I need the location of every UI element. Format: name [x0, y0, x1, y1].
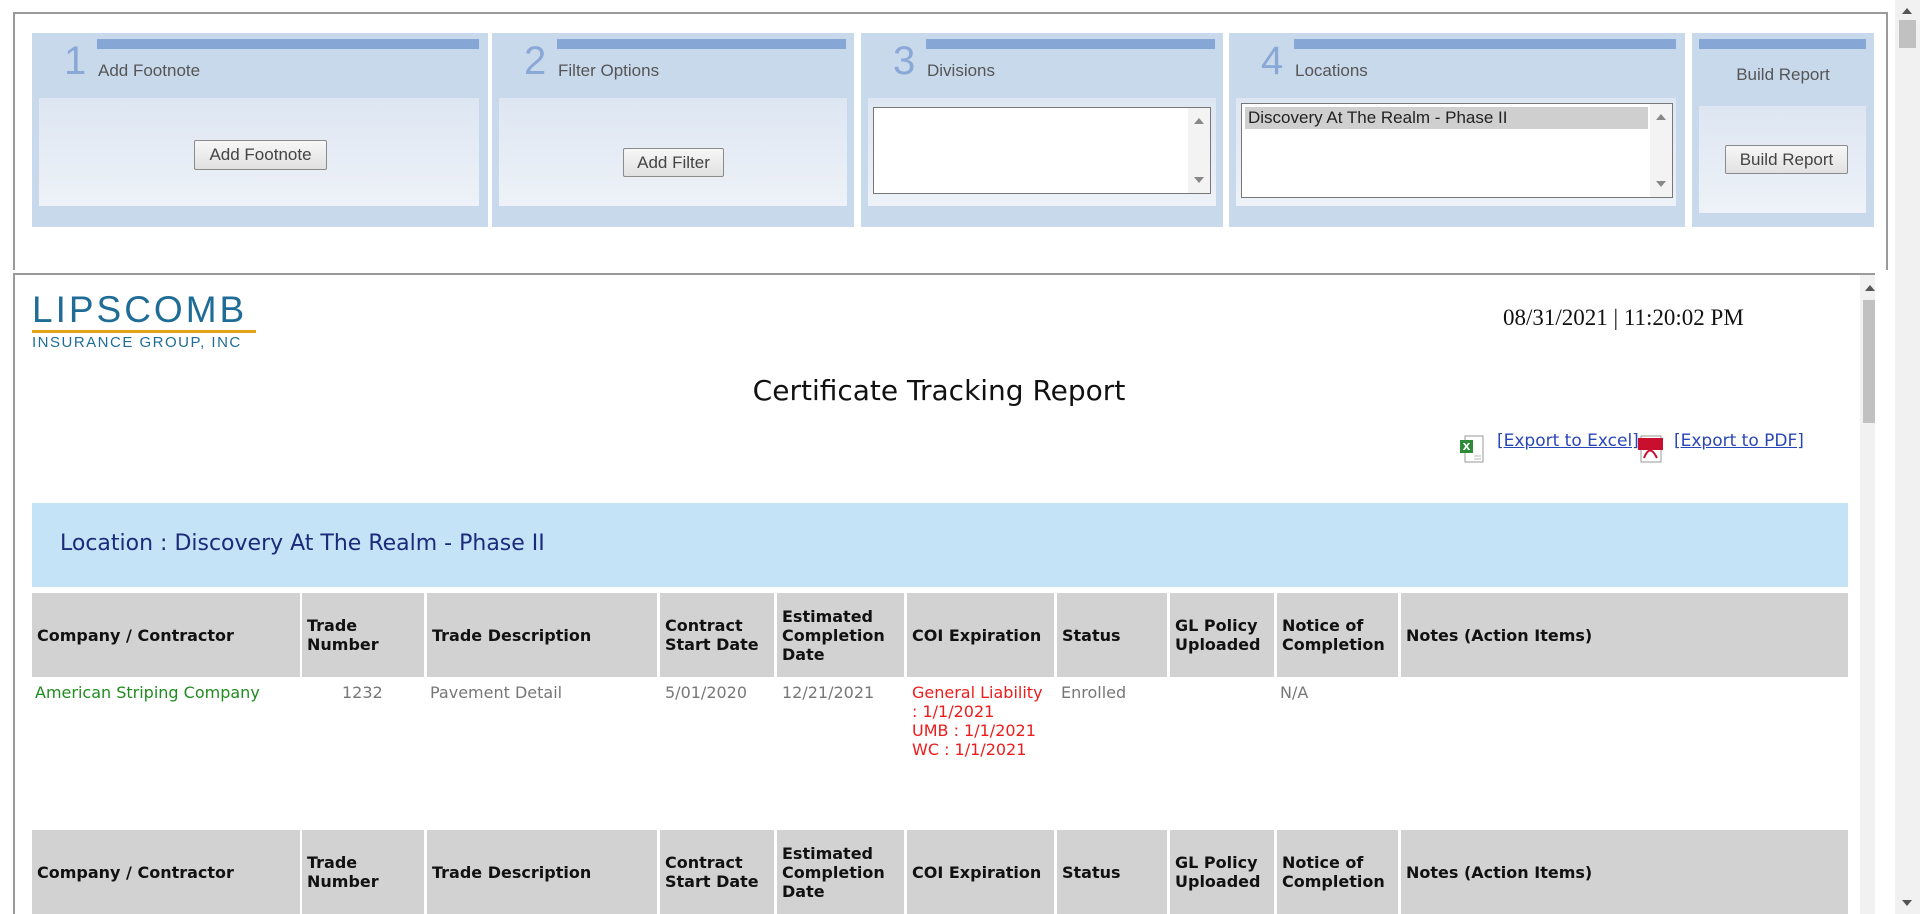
report-title: Certificate Tracking Report	[752, 374, 1126, 407]
column-header: Notes (Action Items)	[1401, 593, 1848, 677]
column-header: Trade Number	[302, 593, 424, 677]
step-title: Build Report	[1736, 65, 1830, 84]
column-header: Notice of Completion	[1277, 830, 1398, 914]
step-header-bar	[97, 39, 479, 49]
scroll-down-icon[interactable]	[1194, 177, 1204, 183]
scroll-down-icon[interactable]	[1656, 181, 1666, 187]
step-title: Locations	[1295, 61, 1368, 80]
step-divisions: 3 Divisions	[861, 33, 1223, 227]
cell-trade-description: Pavement Detail	[430, 683, 563, 702]
step-add-footnote: 1 Add Footnote Add Footnote	[32, 33, 488, 227]
column-header: Trade Number	[302, 830, 424, 914]
pdf-icon[interactable]	[1638, 434, 1663, 464]
locations-listbox[interactable]: Discovery At The Realm - Phase II	[1241, 103, 1673, 198]
column-header: Trade Description	[427, 830, 657, 914]
step-build-report: Build Report Build Report	[1692, 33, 1874, 227]
step-header-bar	[1294, 39, 1676, 49]
report-frame: LIPSCOMB INSURANCE GROUP, INC 08/31/2021…	[13, 273, 1875, 914]
table-header: Company / Contractor Trade Number Trade …	[32, 593, 1848, 677]
step-title: Add Footnote	[98, 61, 201, 80]
export-pdf-link[interactable]: [Export to PDF]	[1674, 431, 1804, 451]
report-wizard: 1 Add Footnote Add Footnote 2 Filter Opt…	[13, 12, 1888, 270]
report-datetime: 08/31/2021 | 11:20:02 PM	[1503, 305, 1744, 330]
column-header: Notice of Completion	[1277, 593, 1398, 677]
column-header: GL Policy Uploaded	[1170, 830, 1274, 914]
step-body: Add Filter	[499, 98, 847, 206]
scroll-thumb[interactable]	[1899, 20, 1916, 48]
cell-estimated-completion: 12/21/2021	[782, 683, 875, 702]
column-header: Notes (Action Items)	[1401, 830, 1848, 914]
company-logo: LIPSCOMB INSURANCE GROUP, INC	[32, 291, 256, 351]
step-filter-options: 2 Filter Options Add Filter	[492, 33, 854, 227]
cell-status: Enrolled	[1061, 683, 1127, 702]
coi-line: WC : 1/1/2021	[912, 740, 1027, 759]
logo-name: LIPSCOMB	[32, 289, 248, 330]
location-label: Location : Discovery At The Realm - Phas…	[60, 531, 545, 556]
column-header: COI Expiration	[907, 593, 1054, 677]
scroll-up-icon[interactable]	[1865, 285, 1875, 291]
step-body	[868, 98, 1216, 206]
scroll-thumb[interactable]	[1863, 300, 1875, 423]
cell-contract-start: 5/01/2020	[665, 683, 748, 702]
scroll-up-icon[interactable]	[1902, 8, 1912, 14]
step-body: Discovery At The Realm - Phase II	[1236, 98, 1676, 206]
column-header: GL Policy Uploaded	[1170, 593, 1274, 677]
step-locations: 4 Locations Discovery At The Realm - Pha…	[1229, 33, 1685, 227]
excel-icon[interactable]: X	[1460, 434, 1485, 464]
step-header-bar	[1699, 39, 1866, 49]
logo-subtitle: INSURANCE GROUP, INC	[32, 334, 242, 351]
step-number: 4	[1261, 39, 1284, 83]
logo-underline	[32, 330, 256, 333]
column-header: Status	[1057, 593, 1167, 677]
location-header: Location : Discovery At The Realm - Phas…	[32, 503, 1848, 587]
coi-line: UMB : 1/1/2021	[912, 721, 1036, 740]
step-title: Filter Options	[558, 61, 660, 80]
column-header: Contract Start Date	[660, 830, 774, 914]
location-option[interactable]: Discovery At The Realm - Phase II	[1245, 107, 1648, 129]
listbox-scrollbar[interactable]	[1188, 108, 1210, 193]
export-excel-link[interactable]: [Export to Excel]	[1497, 431, 1639, 451]
step-header-bar	[557, 39, 846, 49]
step-number: 3	[893, 39, 916, 83]
step-body: Build Report	[1699, 106, 1866, 213]
add-footnote-button[interactable]: Add Footnote	[194, 140, 327, 170]
page-scrollbar[interactable]	[1895, 0, 1920, 914]
step-number: 1	[64, 39, 87, 83]
report-scrollbar[interactable]	[1860, 275, 1875, 914]
step-number: 2	[524, 39, 547, 83]
scroll-down-icon[interactable]	[1902, 900, 1912, 906]
column-header: Company / Contractor	[32, 593, 300, 677]
table-header: Company / Contractor Trade Number Trade …	[32, 830, 1848, 914]
divisions-listbox[interactable]	[873, 107, 1211, 194]
column-header: COI Expiration	[907, 830, 1054, 914]
svg-text:X: X	[1463, 442, 1471, 453]
add-filter-button[interactable]: Add Filter	[623, 148, 724, 177]
step-body: Add Footnote	[39, 98, 479, 206]
cell-company: American Striping Company	[35, 683, 260, 702]
column-header: Status	[1057, 830, 1167, 914]
scroll-up-icon[interactable]	[1194, 118, 1204, 124]
column-header: Contract Start Date	[660, 593, 774, 677]
column-header: Estimated Completion Date	[777, 593, 904, 677]
column-header: Trade Description	[427, 593, 657, 677]
build-report-button[interactable]: Build Report	[1725, 145, 1848, 174]
coi-line: : 1/1/2021	[912, 702, 995, 721]
column-header: Estimated Completion Date	[777, 830, 904, 914]
column-header: Company / Contractor	[32, 830, 300, 914]
cell-coi-expiration: General Liability : 1/1/2021 UMB : 1/1/2…	[912, 683, 1043, 759]
scroll-up-icon[interactable]	[1656, 114, 1666, 120]
step-header-bar	[926, 39, 1215, 49]
coi-line: General Liability	[912, 683, 1043, 702]
listbox-scrollbar[interactable]	[1650, 104, 1672, 197]
cell-trade-number: 1232	[342, 683, 383, 702]
step-title: Divisions	[927, 61, 996, 80]
cell-notice-of-completion: N/A	[1280, 683, 1309, 702]
